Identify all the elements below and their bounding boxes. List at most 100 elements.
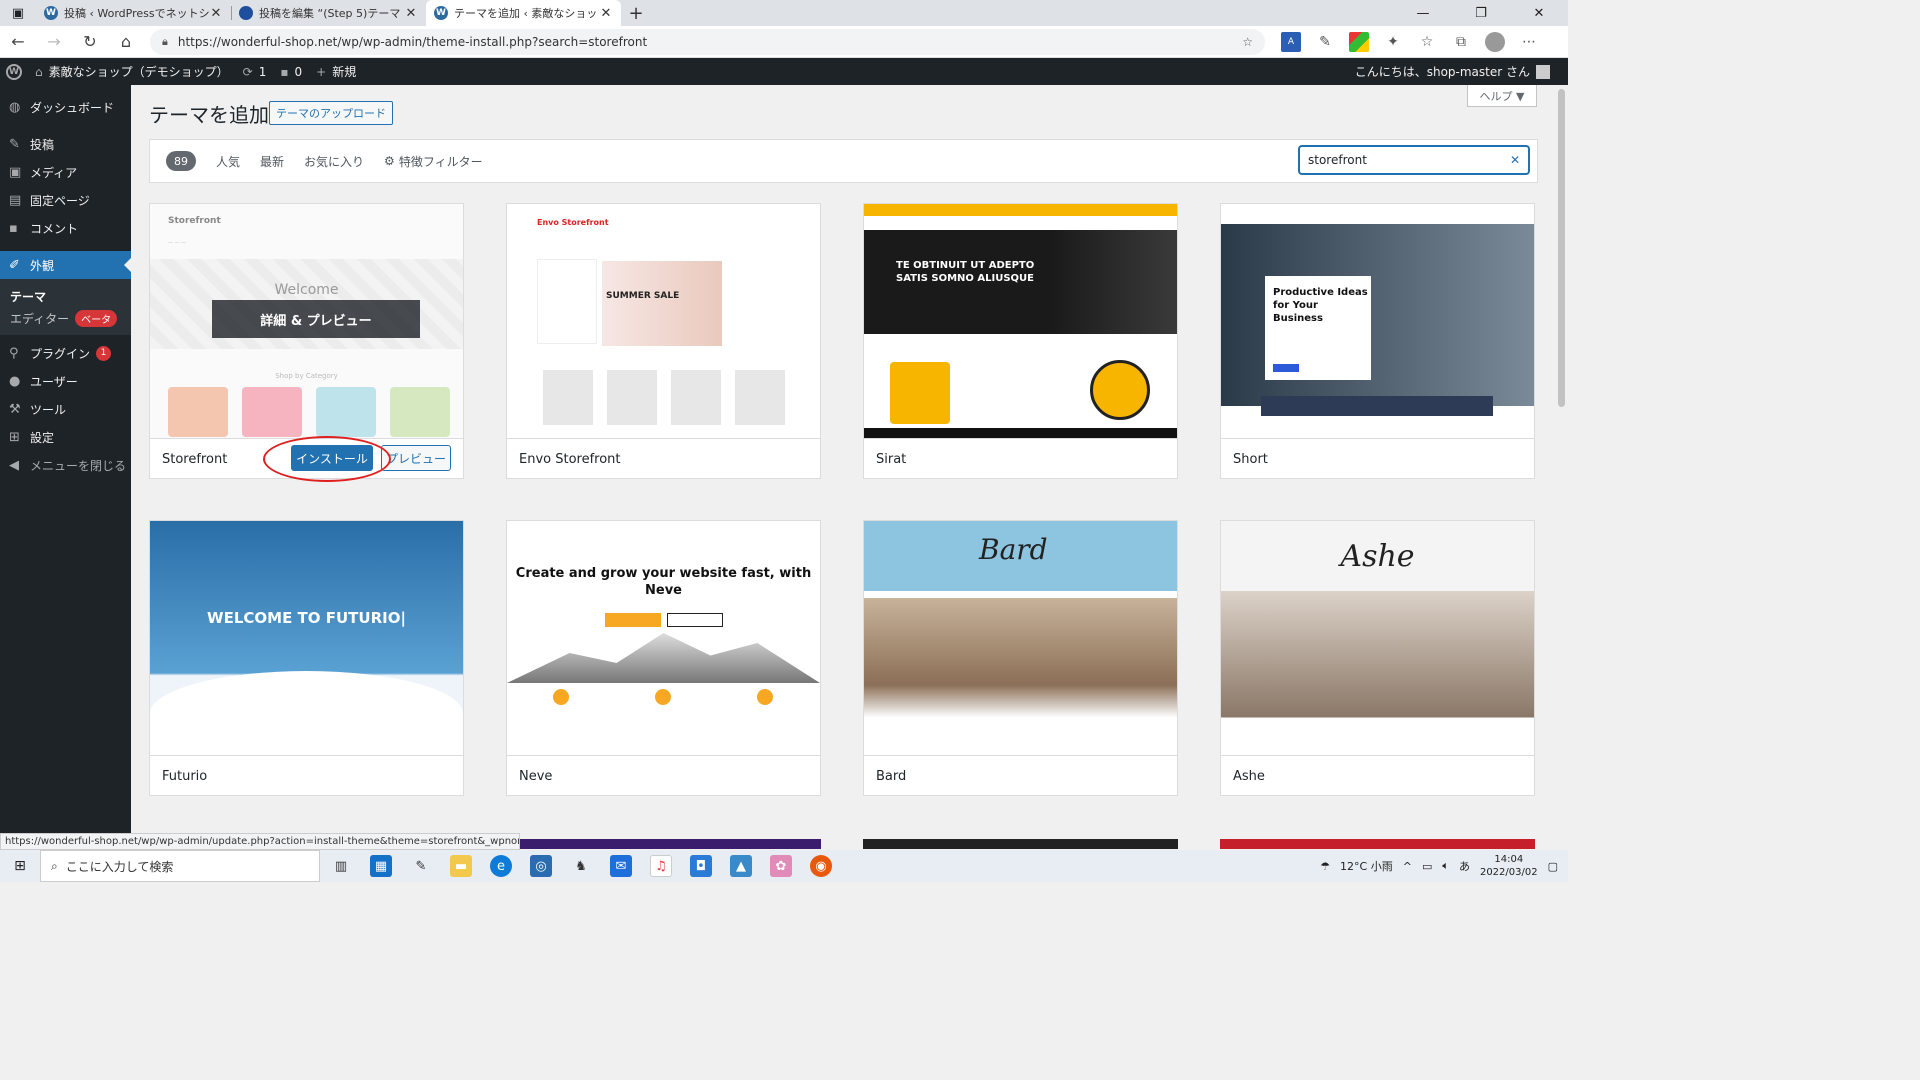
firefox-icon[interactable]: ◉	[810, 855, 832, 877]
account-menu[interactable]: こんにちは、shop-master さん	[1355, 63, 1568, 80]
theme-screenshot[interactable]: Storefront — — — Welcome 詳細 & プレビュー Shop…	[150, 204, 463, 439]
volume-icon[interactable]: 🔈︎	[1442, 859, 1449, 873]
lock-icon[interactable]: 🔒︎	[162, 35, 168, 49]
app-icon[interactable]: ◘	[690, 855, 712, 877]
file-explorer-icon[interactable]: ▬	[450, 855, 472, 877]
edge-browser-icon[interactable]: e	[490, 855, 512, 877]
sidebar-item-users[interactable]: ● ユーザー	[0, 367, 131, 395]
translate-extension-icon[interactable]: A	[1281, 31, 1301, 52]
new-tab-icon[interactable]: +	[621, 0, 651, 26]
ime-icon[interactable]: あ	[1459, 858, 1470, 874]
theme-card-neve[interactable]: Create and grow your website fast, with …	[506, 520, 821, 796]
site-name-link[interactable]: ⌂ 素敵なショップ（デモショップ）	[28, 58, 236, 85]
theme-card-sirat[interactable]: TE OBTINUIT UT ADEPTO SATIS SOMNO ALIUSQ…	[863, 203, 1178, 479]
filter-popular[interactable]: 人気	[216, 153, 240, 170]
sidebar-item-comments[interactable]: ▪ コメント	[0, 214, 131, 242]
upload-theme-button[interactable]: テーマのアップロード	[269, 101, 393, 125]
back-icon[interactable]: ←	[0, 32, 36, 51]
sidebar-item-dashboard[interactable]: ◍ ダッシュボード	[0, 93, 131, 121]
theme-card-envo-storefront[interactable]: Envo Storefront SUMMER SALE Envo Storefr…	[506, 203, 821, 479]
close-tab-icon[interactable]: ✕	[404, 6, 418, 21]
pen-app-icon[interactable]: ✎	[410, 855, 432, 877]
tab-actions-icon[interactable]: ▣	[0, 0, 36, 26]
store-icon[interactable]: ▦	[370, 855, 392, 877]
help-button[interactable]: ヘルプ ▼	[1467, 85, 1537, 107]
cat-app-icon[interactable]: ♞	[570, 855, 592, 877]
close-window-icon[interactable]: ✕	[1510, 0, 1568, 26]
theme-screenshot[interactable]: WELCOME TO FUTURIO|	[150, 521, 463, 756]
comments-link[interactable]: ▪ 0	[273, 58, 309, 85]
tray-overflow-icon[interactable]: ^	[1403, 860, 1412, 873]
theme-screenshot[interactable]: Bard	[864, 521, 1177, 756]
filter-favorites[interactable]: お気に入り	[304, 153, 364, 170]
browser-tab-posts[interactable]: W 投稿 ‹ WordPressでネットショップを ✕	[36, 0, 231, 26]
taskbar-search[interactable]: ⌕ ここに入力して検索	[40, 850, 320, 882]
theme-card-partial[interactable]	[863, 839, 1178, 849]
windows-start-icon[interactable]: ⊞	[0, 858, 40, 874]
collapse-menu-button[interactable]: ◀ メニューを閉じる	[0, 451, 131, 479]
reload-icon[interactable]: ↻	[72, 32, 108, 51]
more-menu-icon[interactable]: ⋯	[1519, 32, 1539, 52]
submenu-item-themes[interactable]: テーマ	[0, 285, 131, 307]
favorites-icon[interactable]: ☆	[1417, 32, 1437, 52]
photos-icon[interactable]: ▲	[730, 855, 752, 877]
sidebar-item-appearance[interactable]: ✐ 外観	[0, 251, 131, 279]
network-icon[interactable]: ▭	[1422, 860, 1432, 873]
mail-icon[interactable]: ✉	[610, 855, 632, 877]
filter-latest[interactable]: 最新	[260, 153, 284, 170]
theme-search-input[interactable]	[1308, 153, 1510, 167]
sidebar-item-posts[interactable]: ✎ 投稿	[0, 130, 131, 158]
feature-filter-button[interactable]: ⚙ 特徴フィルター	[384, 153, 483, 170]
tab-title: テーマを追加 ‹ 素敵なショップ（デモ	[454, 7, 599, 20]
clear-search-icon[interactable]: ✕	[1510, 153, 1520, 167]
theme-screenshot[interactable]: Create and grow your website fast, with …	[507, 521, 820, 756]
theme-screenshot[interactable]: Ashe	[1221, 521, 1534, 756]
updates-link[interactable]: ⟳ 1	[236, 58, 274, 85]
restore-icon[interactable]: ❐	[1452, 0, 1510, 26]
profile-avatar-icon[interactable]	[1485, 31, 1505, 52]
sidebar-item-tools[interactable]: ⚒ ツール	[0, 395, 131, 423]
minimize-icon[interactable]: —	[1394, 0, 1452, 26]
theme-card-partial[interactable]	[506, 839, 821, 849]
theme-card-partial[interactable]	[1220, 839, 1535, 849]
theme-card-futurio[interactable]: WELCOME TO FUTURIO| Futurio	[149, 520, 464, 796]
task-view-icon[interactable]: ▥	[330, 855, 352, 877]
clock[interactable]: 14:04 2022/03/02	[1480, 853, 1538, 879]
extensions-puzzle-icon[interactable]: ✦	[1383, 32, 1403, 52]
scrollbar-thumb[interactable]	[1558, 89, 1565, 407]
notifications-icon[interactable]: ▢	[1548, 860, 1558, 873]
wordpress-logo-icon[interactable]: W	[0, 58, 28, 85]
close-tab-icon[interactable]: ✕	[209, 6, 223, 21]
submenu-item-editor[interactable]: エディター ベータ	[0, 307, 131, 329]
forward-icon[interactable]: →	[36, 32, 72, 51]
extension-icon[interactable]: ✎	[1315, 32, 1335, 52]
theme-card-bard[interactable]: Bard Bard	[863, 520, 1178, 796]
new-content-link[interactable]: + 新規	[309, 58, 363, 85]
favorite-star-icon[interactable]: ☆	[1242, 35, 1253, 49]
theme-screenshot[interactable]: Envo Storefront SUMMER SALE	[507, 204, 820, 439]
theme-screenshot[interactable]: Productive Ideas for Your Business	[1221, 204, 1534, 439]
preview-button[interactable]: プレビュー	[381, 445, 451, 471]
sidebar-item-plugins[interactable]: ⚲ プラグイン 1	[0, 339, 131, 367]
music-app-icon[interactable]: ♫	[650, 855, 672, 877]
app-icon[interactable]: ◎	[530, 855, 552, 877]
weather-text[interactable]: 12°C 小雨	[1340, 858, 1393, 874]
theme-card-short[interactable]: Productive Ideas for Your Business Short	[1220, 203, 1535, 479]
home-icon[interactable]: ⌂	[108, 32, 144, 51]
address-bar[interactable]: 🔒︎ https://wonderful-shop.net/wp/wp-admi…	[150, 28, 1265, 55]
sidebar-item-pages[interactable]: ▤ 固定ページ	[0, 186, 131, 214]
sidebar-item-settings[interactable]: ⊞ 設定	[0, 423, 131, 451]
details-preview-overlay[interactable]: 詳細 & プレビュー	[212, 300, 420, 338]
collections-icon[interactable]: ⧉	[1451, 32, 1471, 52]
browser-tab-add-theme[interactable]: W テーマを追加 ‹ 素敵なショップ（デモ ✕	[426, 0, 621, 26]
url-text[interactable]: https://wonderful-shop.net/wp/wp-admin/t…	[178, 35, 1242, 49]
close-tab-icon[interactable]: ✕	[599, 6, 613, 21]
paint-icon[interactable]: ✿	[770, 855, 792, 877]
browser-tab-edit-post[interactable]: 投稿を編集 “(Step 5)テーマ「Storef ✕	[231, 0, 426, 26]
sidebar-item-media[interactable]: ▣ メディア	[0, 158, 131, 186]
theme-card-ashe[interactable]: Ashe Ashe	[1220, 520, 1535, 796]
colorful-extension-icon[interactable]	[1349, 31, 1369, 52]
theme-card-storefront[interactable]: Storefront — — — Welcome 詳細 & プレビュー Shop…	[149, 203, 464, 482]
theme-screenshot[interactable]: TE OBTINUIT UT ADEPTO SATIS SOMNO ALIUSQ…	[864, 204, 1177, 439]
page-scrollbar[interactable]	[1555, 85, 1568, 850]
